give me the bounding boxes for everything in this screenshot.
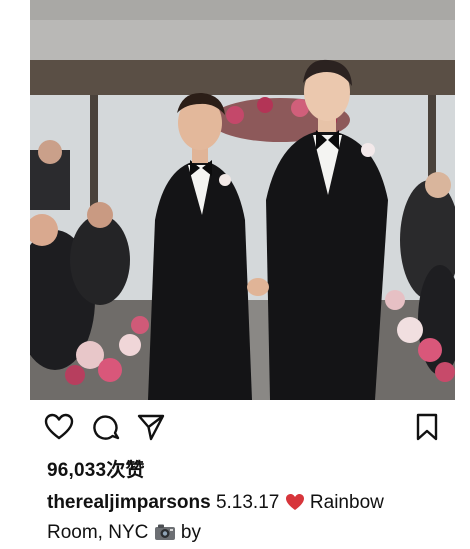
heart-outline-icon[interactable] — [44, 412, 74, 442]
caption-text-location: Room, NYC — [47, 522, 149, 543]
caption-date: 5.13.17 — [215, 492, 280, 513]
red-heart-emoji-icon — [285, 492, 305, 519]
bookmark-icon[interactable] — [412, 412, 442, 442]
post-action-bar — [0, 408, 470, 450]
caption-username[interactable]: therealjimparsons — [47, 492, 211, 513]
comment-bubble-icon[interactable] — [91, 412, 121, 442]
wedding-photo-illustration — [30, 0, 455, 400]
caption-text-rainbow: Rainbow — [309, 492, 384, 513]
paper-plane-icon[interactable] — [136, 412, 166, 442]
camera-emoji-icon — [154, 522, 176, 549]
caption-text-by: by — [180, 522, 201, 543]
post-photo[interactable] — [30, 0, 455, 400]
instagram-post: 96,033次赞 therealjimparsons 5.13.17 Rainb… — [0, 0, 470, 549]
likes-count[interactable]: 96,033次赞 — [47, 455, 145, 482]
post-caption: therealjimparsons 5.13.17 Rainbow Room, … — [47, 489, 455, 549]
